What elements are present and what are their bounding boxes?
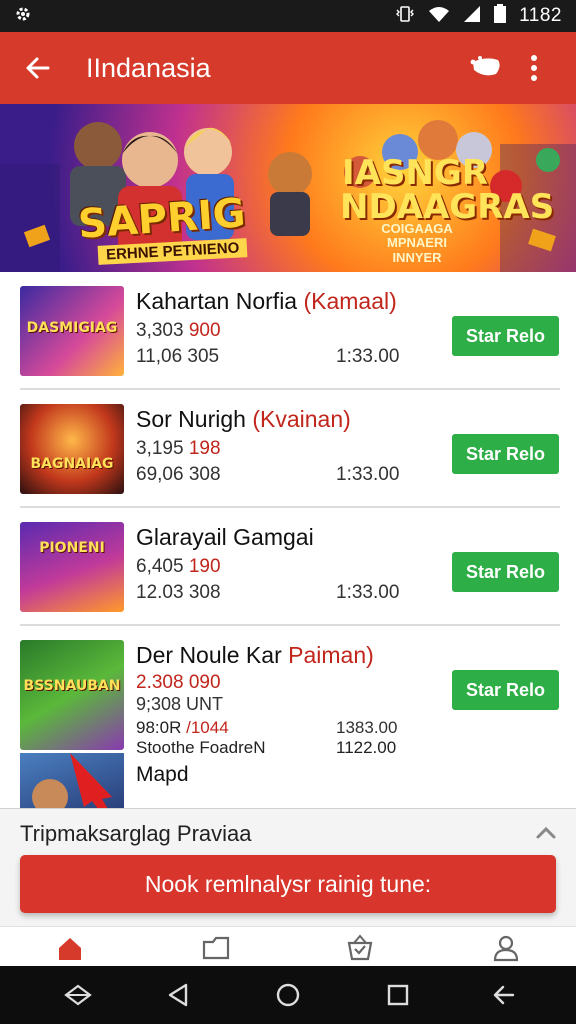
home-icon <box>59 938 81 960</box>
profile-icon <box>493 935 519 962</box>
diamond-icon <box>64 984 92 1006</box>
chevron-up-icon <box>536 826 556 839</box>
arrow-pointer-icon <box>32 753 112 809</box>
game-thumbnail[interactable]: BAGNAIAG <box>20 404 124 494</box>
list-item[interactable]: DASMIGIAG Kahartan Norfia (Kamaal) 3,303… <box>20 272 560 390</box>
square-recents-icon <box>387 984 409 1006</box>
start-button[interactable]: Star Relo <box>452 316 559 356</box>
basket-icon <box>347 934 373 961</box>
start-button[interactable]: Star Relo <box>452 552 559 592</box>
folder-icon <box>202 936 230 960</box>
more-vertical-icon <box>531 55 537 81</box>
list-item[interactable]: Mapd <box>20 753 560 809</box>
game-time: 1:33.00 <box>336 582 400 603</box>
game-title: Kahartan Norfia (Kamaal) <box>136 288 397 314</box>
list-item[interactable]: PIONENI Glarayail Gamgai 6,405 190 12.03… <box>20 508 560 626</box>
nav-back-button[interactable] <box>162 979 194 1011</box>
app-bar: IIndanasia <box>0 32 576 104</box>
tab-library[interactable] <box>198 931 234 965</box>
game-thumbnail-title: BSSNAUBAN <box>23 678 121 694</box>
game-thumbnail-title: BAGNAIAG <box>30 456 114 472</box>
system-navigation-bar <box>0 966 576 1024</box>
game-thumbnail[interactable]: DASMIGIAG <box>20 286 124 376</box>
nav-home-button[interactable] <box>272 979 304 1011</box>
game-title: Sor Nurigh (Kvainan) <box>136 406 351 432</box>
primary-action-button[interactable]: Nook remlnalysr rainig tune: <box>20 855 556 913</box>
game-stat-tertiary: 98:0R /1044 <box>136 718 229 737</box>
start-button[interactable]: Star Relo <box>452 670 559 710</box>
status-bar: 1182 <box>0 0 576 32</box>
game-stat-secondary: 9;308 UNT <box>136 694 224 714</box>
tab-shop[interactable] <box>342 931 378 965</box>
game-thumbnail-title: DASMIGIAG <box>26 320 118 336</box>
game-stat-primary: 6,405 190 <box>136 556 221 577</box>
game-stat-secondary: 12.03 308 <box>136 582 221 603</box>
game-title: Der Noule Kar Paiman) <box>136 642 374 668</box>
game-thumbnail[interactable]: PIONENI <box>20 522 124 612</box>
start-button[interactable]: Star Relo <box>452 434 559 474</box>
game-thumbnail-title: PIONENI <box>39 540 105 556</box>
list-item[interactable]: BSSNAUBAN Der Noule Kar Paiman) 2.308 09… <box>20 626 560 757</box>
game-stat-secondary: 11,06 305 <box>136 346 220 367</box>
tab-profile[interactable] <box>488 931 524 965</box>
bottom-tab-bar <box>0 926 576 966</box>
settings-gear-icon <box>14 5 32 28</box>
banner-right-subtitle: COIGAAGA MPNAERI INNYER <box>381 221 453 265</box>
collapse-button[interactable] <box>532 819 560 847</box>
game-list: DASMIGIAG Kahartan Norfia (Kamaal) 3,303… <box>20 272 560 757</box>
game-title: Glarayail Gamgai <box>136 524 314 550</box>
game-time: 1:33.00 <box>336 464 400 485</box>
game-thumbnail[interactable] <box>20 753 124 809</box>
game-time: 1:33.00 <box>336 346 400 367</box>
page-title: IIndanasia <box>86 52 211 83</box>
share-button[interactable] <box>462 44 510 92</box>
banner-right-title: IASNGR NDAAGRAS <box>340 153 555 227</box>
arrow-left-icon <box>493 985 515 1005</box>
promo-banner[interactable]: SAPRIG ERHNE PETNIENO IASNGR NDAAGRAS CO… <box>0 104 576 272</box>
nav-back-arrow-button[interactable] <box>488 979 520 1011</box>
signal-icon <box>463 5 481 28</box>
megaphone-icon <box>470 56 500 76</box>
circle-home-icon <box>276 983 300 1007</box>
nav-recents-button[interactable] <box>382 979 414 1011</box>
list-item[interactable]: BAGNAIAG Sor Nurigh (Kvainan) 3,195 198 … <box>20 390 560 508</box>
game-stat-primary: 3,303 900 <box>136 320 221 341</box>
arrow-left-icon <box>26 57 50 79</box>
nav-extra-button[interactable] <box>62 979 94 1011</box>
tab-home[interactable] <box>52 931 88 965</box>
bottom-sheet: Tripmaksarglag Praviaa Nook remlnalysr r… <box>0 808 576 926</box>
game-stat-secondary: 69,06 308 <box>136 464 221 485</box>
wifi-icon <box>427 5 451 28</box>
game-stat-primary: 3,195 198 <box>136 438 221 459</box>
triangle-back-icon <box>168 983 188 1007</box>
sheet-heading: Tripmaksarglag Praviaa <box>20 821 252 846</box>
clock: 1182 <box>519 5 562 26</box>
game-stat-primary: 2.308 090 <box>136 672 221 693</box>
game-thumbnail[interactable]: BSSNAUBAN <box>20 640 124 750</box>
game-title: Mapd <box>136 763 189 786</box>
battery-icon <box>493 3 507 29</box>
game-time: 1383.00 <box>336 718 398 737</box>
vibrate-icon <box>395 5 415 28</box>
more-options-button[interactable] <box>510 44 558 92</box>
back-button[interactable] <box>18 48 58 88</box>
